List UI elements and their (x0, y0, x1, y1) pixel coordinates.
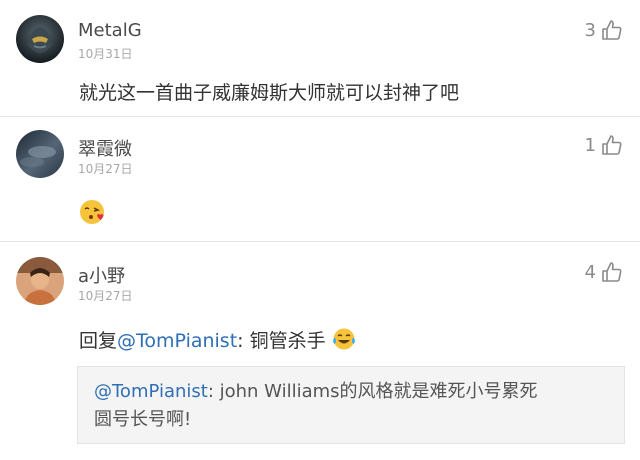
helmet-avatar-icon (16, 15, 64, 63)
mention-link[interactable]: @TomPianist (94, 381, 208, 402)
username[interactable]: a小野 (78, 262, 125, 288)
comment-text (79, 199, 105, 230)
like-button[interactable]: 3 (585, 17, 624, 43)
person-avatar-icon (16, 257, 64, 305)
like-count: 3 (584, 19, 596, 41)
username[interactable]: MetalG (78, 20, 142, 41)
username[interactable]: 翠霞微 (78, 135, 132, 161)
thumbs-up-icon (602, 262, 622, 282)
mention-link[interactable]: @TomPianist (117, 330, 237, 352)
comment-item: 翠霞微 10月27日 1 (0, 117, 640, 241)
comment-text: 就光这一首曲子威廉姆斯大师就可以封神了吧 (79, 82, 460, 104)
like-count: 1 (584, 134, 596, 156)
sky-avatar-icon (16, 130, 64, 178)
like-button[interactable]: 1 (585, 132, 624, 158)
avatar[interactable] (16, 130, 64, 178)
like-count: 4 (584, 261, 596, 283)
comment-date: 10月27日 (78, 162, 133, 176)
comment-item: MetalG 10月31日 3 就光这一首曲子威廉姆斯大师就可以封神了吧 (0, 0, 640, 117)
avatar[interactable] (16, 15, 64, 63)
thumbs-up-icon (602, 135, 622, 155)
quote-text: : john Williams的风格就是难死小号累死 (207, 381, 538, 402)
tears-of-joy-emoji-icon (332, 327, 356, 356)
comment-date: 10月31日 (78, 47, 133, 61)
comment-date: 10月27日 (78, 289, 133, 303)
kissing-heart-emoji-icon (79, 199, 105, 230)
quote-line: 圆号长号啊! (94, 409, 192, 430)
quote-line: @TomPianist: john Williams的风格就是难死小号累死 (94, 378, 608, 406)
thumbs-up-icon (602, 20, 622, 40)
avatar[interactable] (16, 257, 64, 305)
quoted-reply: @TomPianist: john Williams的风格就是难死小号累死 圆号… (77, 366, 625, 444)
reply-prefix: 回复 (79, 330, 118, 352)
like-button[interactable]: 4 (585, 259, 624, 285)
reply-content: : 铜管杀手 (237, 330, 326, 352)
reply-text: 回复@TomPianist: 铜管杀手 (79, 326, 356, 356)
